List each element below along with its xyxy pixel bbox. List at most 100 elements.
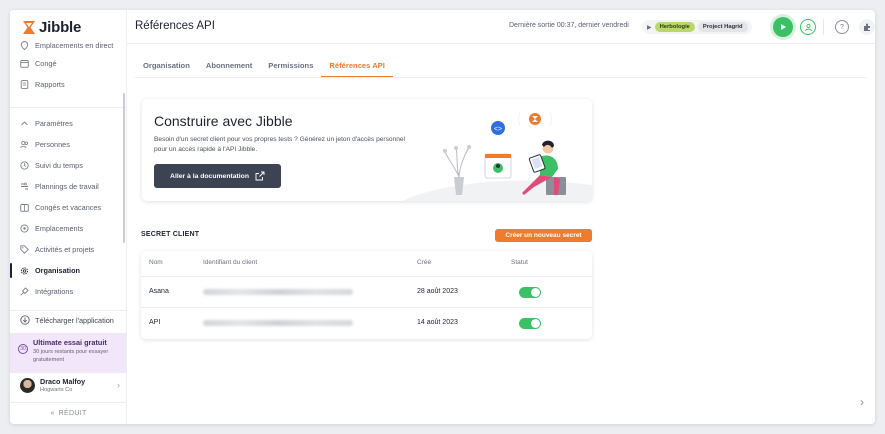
avatar bbox=[20, 377, 35, 393]
sidebar-item-activities-projects[interactable]: Activités et projets bbox=[10, 239, 127, 260]
sidebar-item-label: Organisation bbox=[35, 266, 81, 275]
sidebar-item-label: Emplacements bbox=[35, 224, 84, 233]
banner-title: Construire avec Jibble bbox=[154, 113, 293, 129]
sidebar-item-locations[interactable]: Emplacements bbox=[10, 218, 127, 239]
sidebar-item-label: Congé bbox=[35, 59, 57, 68]
sidebar-item-label: Plannings de travail bbox=[35, 182, 99, 191]
sidebar-item-label: Paramètres bbox=[35, 119, 73, 128]
play-small-icon: ▶ bbox=[647, 24, 652, 31]
sidebar-item-leave[interactable]: Congé bbox=[10, 53, 127, 74]
user-status-button[interactable] bbox=[800, 19, 816, 35]
clock-in-button[interactable] bbox=[773, 17, 793, 37]
puzzle-icon bbox=[863, 23, 870, 31]
column-header-created: Créé bbox=[417, 259, 432, 266]
sidebar-item-integrations[interactable]: Intégrations bbox=[10, 281, 127, 302]
build-with-jibble-card: Construire avec Jibble Besoin d'un secre… bbox=[142, 99, 592, 201]
sidebar-scrollbar[interactable] bbox=[123, 93, 125, 243]
secret-client-table: Nom Identifiant du client Créé Statut As… bbox=[141, 251, 592, 339]
collapse-label: RÉDUIT bbox=[58, 410, 87, 417]
jibble-logo-icon bbox=[23, 20, 35, 34]
sidebar-divider bbox=[10, 310, 127, 311]
clock-icon bbox=[20, 161, 29, 170]
sidebar-item-label: Intégrations bbox=[35, 287, 74, 296]
app-logo[interactable]: Jibble bbox=[22, 18, 81, 36]
help-button[interactable]: ? bbox=[835, 20, 849, 34]
app-window: Jibble Emplacements en direct Congé Rapp… bbox=[10, 10, 875, 424]
sidebar-item-label: Personnes bbox=[35, 140, 70, 149]
sidebar: Jibble Emplacements en direct Congé Rapp… bbox=[10, 10, 127, 424]
current-activity-pill[interactable]: ▶ Herbologie Project Hagrid bbox=[642, 20, 752, 34]
sidebar-item-time-tracking[interactable]: Suivi du temps bbox=[10, 155, 127, 176]
sidebar-item-label: Congés et vacances bbox=[35, 203, 102, 212]
sidebar-item-label: Rapports bbox=[35, 80, 65, 89]
extensions-button[interactable] bbox=[859, 19, 875, 35]
sidebar-item-people[interactable]: Personnes bbox=[10, 134, 127, 155]
tag-icon bbox=[20, 245, 29, 254]
banner-description: Besoin d'un secret client pour vos propr… bbox=[154, 136, 406, 153]
tab-subscription[interactable]: Abonnement bbox=[198, 53, 260, 77]
trial-subtitle: 30 jours restants pour essayer gratuitem… bbox=[33, 349, 109, 363]
secret-client-heading: SECRET CLIENT bbox=[141, 231, 200, 238]
sidebar-item-label: Activités et projets bbox=[35, 245, 95, 254]
user-icon bbox=[804, 23, 812, 31]
sidebar-nav-settings: Paramètres Personnes Suivi du temps Plan… bbox=[10, 113, 127, 302]
status-toggle[interactable] bbox=[519, 318, 541, 329]
client-id-blurred bbox=[203, 289, 353, 295]
go-to-documentation-button[interactable]: Aller à la documentation bbox=[154, 164, 281, 188]
chevron-right-icon[interactable]: › bbox=[860, 395, 864, 409]
double-chevron-left-icon: « bbox=[50, 410, 55, 417]
created-date: 14 août 2023 bbox=[417, 319, 458, 326]
client-id-blurred bbox=[203, 320, 353, 326]
tab-api-references[interactable]: Références API bbox=[321, 53, 394, 78]
trial-banner[interactable]: 30 Ultimate essai gratuit 30 jours resta… bbox=[10, 333, 126, 373]
sidebar-item-work-schedules[interactable]: Plannings de travail bbox=[10, 176, 127, 197]
trial-title: Ultimate essai gratuit bbox=[33, 338, 107, 347]
sidebar-item-organisation[interactable]: Organisation bbox=[10, 260, 127, 281]
chevron-right-icon: › bbox=[117, 380, 120, 390]
table-row[interactable]: API 14 août 2023 bbox=[141, 307, 592, 338]
collapse-sidebar-button[interactable]: « RÉDUIT bbox=[10, 402, 127, 424]
people-icon bbox=[20, 140, 29, 149]
sidebar-divider bbox=[10, 107, 127, 108]
pin-icon bbox=[20, 224, 29, 233]
created-date: 28 août 2023 bbox=[417, 288, 458, 295]
column-header-status: Statut bbox=[511, 259, 528, 266]
trial-days-badge: 30 bbox=[18, 344, 28, 354]
tab-permissions[interactable]: Permissions bbox=[260, 53, 321, 77]
create-new-secret-button[interactable]: Créer un nouveau secret bbox=[495, 229, 592, 242]
calendar-icon bbox=[20, 59, 29, 68]
settings-tabs: Organisation Abonnement Permissions Réfé… bbox=[135, 53, 394, 78]
download-app-link[interactable]: Télécharger l'application bbox=[20, 315, 114, 325]
sidebar-item-live-locations[interactable]: Emplacements en direct bbox=[10, 37, 127, 53]
app-name: Jibble bbox=[39, 18, 82, 36]
status-toggle[interactable] bbox=[519, 287, 541, 298]
sidebar-nav-top: Emplacements en direct Congé Rapports bbox=[10, 37, 127, 95]
chevron-up-icon bbox=[20, 119, 29, 128]
table-row[interactable]: Asana 28 août 2023 bbox=[141, 276, 592, 307]
plug-icon bbox=[20, 287, 29, 296]
download-app-label: Télécharger l'application bbox=[35, 315, 114, 325]
question-icon: ? bbox=[840, 23, 844, 31]
external-link-icon bbox=[255, 171, 265, 181]
sidebar-item-settings[interactable]: Paramètres bbox=[10, 113, 127, 134]
location-icon bbox=[20, 40, 29, 50]
sidebar-item-label: Suivi du temps bbox=[35, 161, 83, 170]
column-header-name: Nom bbox=[149, 259, 163, 266]
top-header: Références API Dernière sortie 00:37, de… bbox=[127, 10, 875, 44]
header-separator bbox=[823, 19, 824, 35]
user-menu[interactable]: Draco Malfoy Hogwarts Co › bbox=[20, 377, 120, 393]
page-title: Références API bbox=[135, 20, 215, 32]
documentation-button-label: Aller à la documentation bbox=[170, 172, 249, 180]
sidebar-item-reports[interactable]: Rapports bbox=[10, 74, 127, 95]
developer-illustration: <> bbox=[402, 112, 592, 201]
client-name: API bbox=[149, 319, 161, 326]
sidebar-item-leave-holidays[interactable]: Congés et vacances bbox=[10, 197, 127, 218]
schedule-icon bbox=[20, 182, 29, 191]
tab-organisation[interactable]: Organisation bbox=[135, 53, 198, 77]
vacation-icon bbox=[20, 203, 29, 212]
gear-icon bbox=[20, 266, 29, 275]
download-icon bbox=[20, 315, 30, 325]
last-clock-out-text: Dernière sortie 00:37, dernier vendredi bbox=[509, 22, 629, 29]
svg-text:<>: <> bbox=[494, 126, 502, 133]
user-org: Hogwarts Co bbox=[40, 387, 73, 393]
